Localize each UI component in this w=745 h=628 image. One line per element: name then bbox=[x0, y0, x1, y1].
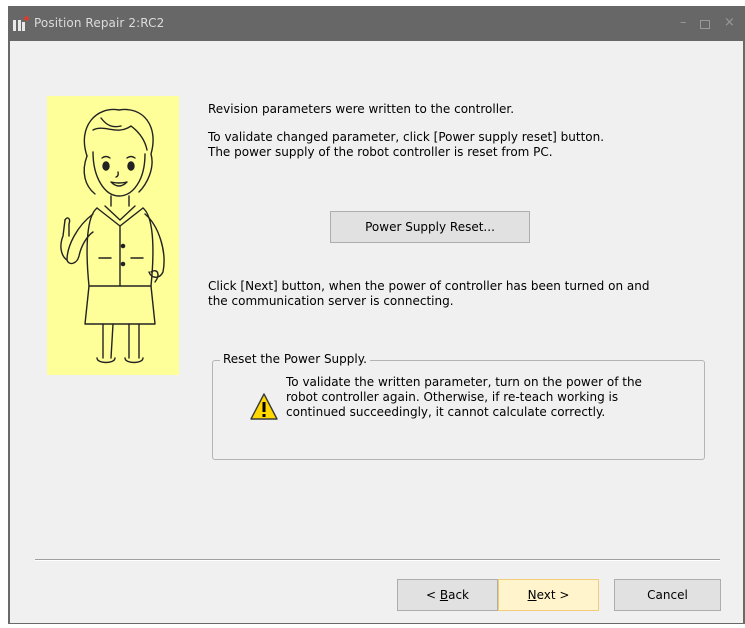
warning-line-2: robot controller again. Otherwise, if re… bbox=[286, 390, 619, 404]
reset-description: The power supply of the robot controller… bbox=[208, 145, 553, 159]
written-message: Revision parameters were written to the … bbox=[208, 102, 515, 116]
warning-message: To validate the written parameter, turn … bbox=[286, 375, 642, 420]
next-instruction-line1: Click [Next] button, when the power of c… bbox=[208, 279, 650, 293]
validate-instruction: To validate changed parameter, click [Po… bbox=[208, 130, 605, 144]
next-instruction-line2: the communication server is connecting. bbox=[208, 294, 454, 308]
cancel-button[interactable]: Cancel bbox=[614, 579, 721, 611]
power-supply-reset-button[interactable]: Power Supply Reset... bbox=[330, 211, 530, 243]
back-button[interactable]: < Back bbox=[397, 579, 498, 611]
next-hotkey: N bbox=[527, 588, 537, 602]
footer-separator-highlight bbox=[35, 560, 720, 561]
warning-line-3: continued succeedingly, it cannot calcul… bbox=[286, 405, 606, 419]
next-rest: ext > bbox=[536, 588, 570, 602]
character-illustration bbox=[47, 96, 179, 375]
title-bar[interactable]: Position Repair 2:RC2 – × bbox=[8, 6, 745, 41]
maximize-button[interactable] bbox=[700, 20, 710, 29]
dialog-client-area: Revision parameters were written to the … bbox=[10, 41, 743, 623]
minimize-button[interactable]: – bbox=[680, 16, 687, 30]
back-rest: ack bbox=[448, 588, 469, 602]
warning-line-1: To validate the written parameter, turn … bbox=[286, 375, 642, 389]
back-hotkey: B bbox=[439, 588, 449, 602]
robot-app-icon bbox=[13, 16, 29, 31]
back-prefix: < bbox=[425, 588, 440, 602]
warning-icon bbox=[250, 393, 278, 420]
character-drawing bbox=[60, 108, 165, 364]
group-label: Reset the Power Supply. bbox=[220, 352, 370, 366]
close-button[interactable]: × bbox=[724, 16, 735, 30]
window-title: Position Repair 2:RC2 bbox=[34, 16, 165, 30]
dialog-window: Position Repair 2:RC2 – × Revision param… bbox=[8, 6, 745, 624]
reset-power-supply-group: Reset the Power Supply. To validate the … bbox=[212, 352, 705, 460]
next-button[interactable]: Next > bbox=[498, 579, 599, 611]
